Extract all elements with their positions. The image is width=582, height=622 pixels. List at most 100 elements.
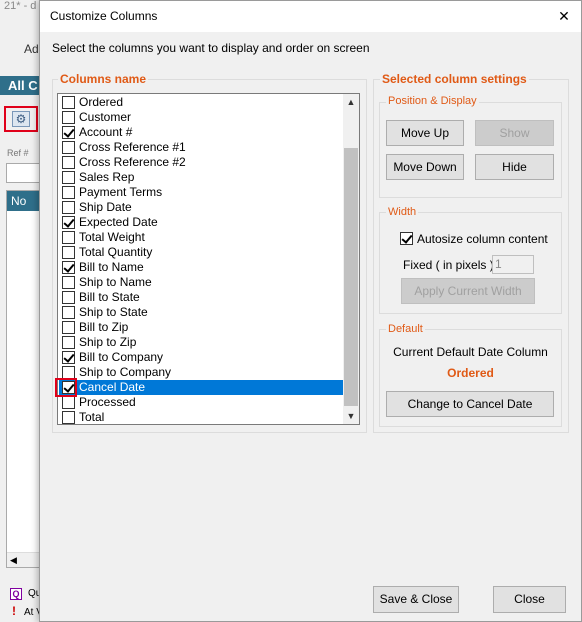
- column-list-item[interactable]: Cross Reference #2: [59, 155, 344, 170]
- dialog-title: Customize Columns: [50, 9, 158, 23]
- close-button[interactable]: Close: [493, 586, 566, 613]
- column-label: Bill to Company: [79, 350, 164, 364]
- column-checkbox[interactable]: [62, 186, 75, 199]
- column-checkbox[interactable]: [62, 126, 75, 139]
- move-down-button[interactable]: Move Down: [386, 154, 464, 180]
- column-list-item[interactable]: Total: [59, 410, 344, 425]
- background-legend-q-icon: Q: [10, 588, 22, 600]
- column-checkbox[interactable]: [62, 261, 75, 274]
- close-icon[interactable]: ✕: [555, 7, 573, 25]
- column-label: Sales Rep: [79, 170, 135, 184]
- column-label: Payment Terms: [79, 185, 163, 199]
- column-label: Bill to Zip: [79, 320, 129, 334]
- column-list-item[interactable]: Account #: [59, 125, 344, 140]
- column-checkbox[interactable]: [62, 336, 75, 349]
- column-checkbox[interactable]: [62, 216, 75, 229]
- column-label: Total Quantity: [79, 245, 153, 259]
- column-label: Bill to Name: [79, 260, 144, 274]
- scroll-down-icon[interactable]: ▼: [343, 408, 359, 424]
- column-list-item[interactable]: Ship Date: [59, 200, 344, 215]
- column-list-item[interactable]: Ordered: [59, 95, 344, 110]
- fixed-width-input[interactable]: 1: [492, 255, 534, 274]
- column-list-item[interactable]: Processed: [59, 395, 344, 410]
- column-checkbox[interactable]: [62, 246, 75, 259]
- cancel-date-checkbox-highlight: [55, 378, 77, 397]
- position-display-label: Position & Display: [386, 95, 479, 107]
- move-up-button[interactable]: Move Up: [386, 120, 464, 146]
- current-default-value: Ordered: [447, 366, 494, 380]
- column-label: Total Weight: [79, 230, 145, 244]
- column-label: Total: [79, 410, 105, 424]
- column-checkbox[interactable]: [62, 396, 75, 409]
- background-ref-input[interactable]: [6, 163, 40, 183]
- column-list-item[interactable]: Ship to State: [59, 305, 344, 320]
- column-list-item[interactable]: Expected Date: [59, 215, 344, 230]
- autosize-checkbox[interactable]: [400, 232, 413, 245]
- column-list-item[interactable]: Bill to State: [59, 290, 344, 305]
- column-label: Ordered: [79, 95, 124, 109]
- column-checkbox[interactable]: [62, 321, 75, 334]
- column-label: Cross Reference #1: [79, 140, 186, 154]
- column-label: Account #: [79, 125, 133, 139]
- column-list-item[interactable]: Bill to Zip: [59, 320, 344, 335]
- column-checkbox[interactable]: [62, 111, 75, 124]
- column-label: Ship Date: [79, 200, 132, 214]
- columns-group-label: Columns name: [58, 72, 149, 86]
- autosize-label: Autosize column content: [417, 232, 548, 246]
- background-grid: [6, 190, 40, 568]
- column-list-item[interactable]: Total Weight: [59, 230, 344, 245]
- column-checkbox[interactable]: [62, 156, 75, 169]
- column-list-item[interactable]: Customer: [59, 110, 344, 125]
- columns-listbox[interactable]: Ordered Customer Account # Cross Reference …: [57, 93, 360, 425]
- width-group-label: Width: [386, 206, 419, 218]
- hide-button[interactable]: Hide: [475, 154, 554, 180]
- column-label: Processed: [79, 395, 136, 409]
- column-label: Cancel Date: [79, 380, 146, 394]
- column-list-item[interactable]: Cross Reference #1: [59, 140, 344, 155]
- column-checkbox[interactable]: [62, 201, 75, 214]
- show-button[interactable]: Show: [475, 120, 554, 146]
- column-checkbox[interactable]: [62, 276, 75, 289]
- column-label: Customer: [79, 110, 132, 124]
- background-ref-label: Ref #: [7, 148, 29, 158]
- default-group-label: Default: [386, 323, 425, 335]
- dialog-instruction: Select the columns you want to display a…: [52, 41, 370, 55]
- column-checkbox[interactable]: [62, 411, 75, 424]
- column-list-item[interactable]: Ship to Name: [59, 275, 344, 290]
- background-grid-scroll-left-icon[interactable]: ◀: [7, 552, 39, 567]
- background-window-title: 21* - d: [4, 0, 37, 12]
- column-list-item[interactable]: Ship to Zip: [59, 335, 344, 350]
- column-label: Bill to State: [79, 290, 140, 304]
- column-list-item[interactable]: Payment Terms: [59, 185, 344, 200]
- background-tab-all[interactable]: All C: [0, 76, 40, 95]
- column-label: Cross Reference #2: [79, 155, 186, 169]
- background-legend-alert-icon: !: [12, 604, 16, 618]
- current-default-label: Current Default Date Column: [393, 345, 548, 359]
- column-list-item[interactable]: Sales Rep: [59, 170, 344, 185]
- column-list-item[interactable]: Cancel Date: [59, 380, 344, 395]
- column-checkbox[interactable]: [62, 171, 75, 184]
- column-checkbox[interactable]: [62, 231, 75, 244]
- column-label: Expected Date: [79, 215, 158, 229]
- column-checkbox[interactable]: [62, 306, 75, 319]
- scroll-up-icon[interactable]: ▲: [343, 94, 359, 110]
- columns-list-scroll-thumb[interactable]: [344, 148, 358, 406]
- settings-group-label: Selected column settings: [380, 72, 529, 86]
- column-list-item[interactable]: Ship to Company: [59, 365, 344, 380]
- column-label: Ship to State: [79, 305, 148, 319]
- column-checkbox[interactable]: [62, 141, 75, 154]
- column-label: Ship to Company: [79, 365, 172, 379]
- gear-icon[interactable]: ⚙: [12, 111, 30, 127]
- save-close-button[interactable]: Save & Close: [373, 586, 459, 613]
- fixed-width-label: Fixed ( in pixels ): [403, 258, 494, 272]
- column-list-item[interactable]: Bill to Name: [59, 260, 344, 275]
- column-checkbox[interactable]: [62, 291, 75, 304]
- apply-current-width-button[interactable]: Apply Current Width: [401, 278, 535, 304]
- column-checkbox[interactable]: [62, 96, 75, 109]
- change-default-date-button[interactable]: Change to Cancel Date: [386, 391, 554, 417]
- column-list-item[interactable]: Total Quantity: [59, 245, 344, 260]
- column-list-item[interactable]: Bill to Company: [59, 350, 344, 365]
- background-grid-header-no[interactable]: No: [7, 191, 39, 211]
- column-checkbox[interactable]: [62, 351, 75, 364]
- position-display-group: [379, 102, 562, 198]
